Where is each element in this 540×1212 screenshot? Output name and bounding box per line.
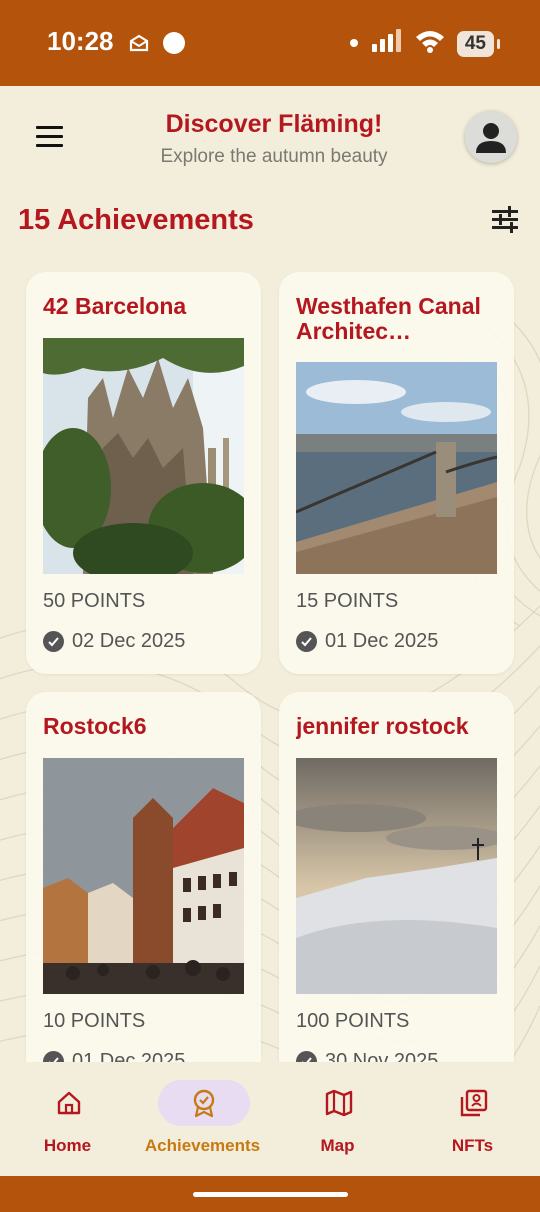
achievement-date: 01 Dec 2025 (325, 630, 439, 652)
achievement-title: 42 Barcelona (43, 294, 187, 319)
nav-map[interactable]: Map (270, 1062, 405, 1176)
status-bar: 10:28 45 (0, 0, 540, 86)
achievement-card[interactable]: 42 Barcelona 50 POINTS 02 Dec 2025 (26, 272, 261, 674)
wifi-icon (415, 29, 445, 58)
home-icon (57, 1091, 81, 1115)
old-town-street-photo (43, 758, 244, 994)
nav-achievements-pill (158, 1080, 250, 1126)
app-screen: Discover Fläming! Explore the autumn bea… (0, 86, 540, 1176)
status-right-icons: 45 (349, 29, 501, 58)
nav-map-pill (293, 1080, 385, 1126)
nft-collection-icon (460, 1089, 488, 1117)
achievement-points: 15 POINTS (296, 590, 399, 612)
nav-home[interactable]: Home (0, 1062, 135, 1176)
achievement-points: 100 POINTS (296, 1010, 410, 1032)
achievement-card[interactable]: Westhafen Canal Architec… 15 POINTS 01 D… (279, 272, 514, 674)
achievements-count-title: 15 Achievements (18, 204, 254, 236)
system-gesture-bar (0, 1176, 540, 1212)
achievement-date-row: 01 Dec 2025 (296, 630, 438, 653)
app-header: Discover Fläming! Explore the autumn bea… (0, 86, 540, 191)
filter-button[interactable] (490, 205, 520, 235)
achievement-title: jennifer rostock (296, 714, 469, 739)
check-circle-icon (296, 631, 317, 652)
nav-nfts-label: NFTs (451, 1136, 494, 1155)
status-left-icons (128, 31, 186, 60)
achievement-points: 10 POINTS (43, 1010, 146, 1032)
tune-icon (492, 206, 518, 233)
check-circle-icon (43, 631, 64, 652)
small-dot-icon (349, 35, 359, 53)
canal-bridge-photo (296, 362, 497, 598)
home-gesture-handle[interactable] (193, 1192, 348, 1197)
nav-map-label: Map (320, 1136, 355, 1155)
nav-achievements-label: Achievements (144, 1136, 261, 1155)
mail-icon (128, 33, 150, 58)
nav-achievements[interactable]: Achievements (135, 1062, 270, 1176)
app-subtitle: Explore the autumn beauty (160, 146, 388, 167)
achievement-card[interactable]: Rostock6 10 POINTS 01 Dec 2025 (26, 692, 261, 1094)
nav-home-label: Home (43, 1136, 92, 1155)
bottom-navigation: Home Achievements Map NFTs (0, 1062, 540, 1176)
nav-home-pill (23, 1080, 115, 1126)
person-icon (476, 123, 506, 153)
achievement-points: 50 POINTS (43, 590, 146, 612)
nav-nfts-pill (428, 1080, 520, 1126)
award-icon (193, 1089, 215, 1118)
achievement-date-row: 02 Dec 2025 (43, 630, 185, 653)
achievement-title: Westhafen Canal Architec… (296, 294, 481, 344)
sagrada-familia-photo (43, 338, 244, 574)
achievement-title: Rostock6 (43, 714, 147, 739)
map-icon (325, 1089, 353, 1117)
profile-avatar-button[interactable] (465, 111, 517, 163)
app-title: Discover Fläming! (165, 110, 383, 138)
achievement-date: 02 Dec 2025 (72, 630, 186, 652)
status-time: 10:28 (47, 26, 114, 56)
snowy-summit-photo (296, 758, 497, 994)
battery-icon: 45 (456, 30, 501, 57)
nav-nfts[interactable]: NFTs (405, 1062, 540, 1176)
circle-dot-icon (162, 31, 186, 60)
achievement-card[interactable]: jennifer rostock 100 POINTS 30 Nov 2025 (279, 692, 514, 1094)
signal-icon (371, 29, 403, 58)
